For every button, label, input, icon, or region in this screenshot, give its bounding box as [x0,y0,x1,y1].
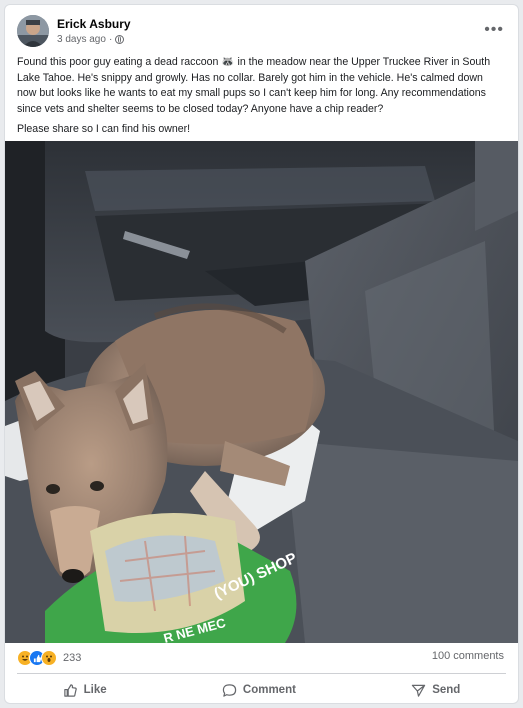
meta-separator: · [108,34,113,45]
post-meta: 3 days ago · [57,34,125,45]
more-options-icon[interactable]: ••• [484,21,504,39]
coyote-in-car-photo: (YOU) SHOP R NE MEC [5,141,518,643]
author-avatar[interactable] [17,15,49,47]
send-button[interactable]: Send [393,681,478,700]
reactions-summary[interactable]: 233 [17,650,81,666]
post-paragraph: Found this poor guy eating a dead raccoo… [17,56,491,115]
reaction-count: 233 [63,652,82,664]
comments-count[interactable]: 100 comments [432,650,504,662]
send-arrow-icon [412,684,426,697]
wow-icon [41,650,57,666]
globe-icon [115,35,125,44]
post-stats: 233 100 comments [17,650,504,668]
comment-label: Comment [242,684,296,696]
post-timestamp[interactable]: 3 days ago [57,34,106,45]
post-header: Erick Asbury 3 days ago · ••• [17,15,506,55]
like-button[interactable]: Like [45,681,125,700]
post-card: Erick Asbury 3 days ago · ••• Found this… [4,4,519,704]
thumbs-up-icon [63,683,77,697]
comment-bubble-icon [222,683,237,697]
like-label: Like [83,684,107,696]
actions-divider [17,673,506,674]
send-label: Send [432,684,461,696]
post-text: Found this poor guy eating a dead raccoo… [17,55,504,143]
comment-button[interactable]: Comment [204,681,314,700]
post-paragraph: Please share so I can find his owner! [17,123,191,135]
post-actions: Like Comment Send [5,677,518,703]
post-photo[interactable]: (YOU) SHOP R NE MEC [5,141,518,643]
author-name[interactable]: Erick Asbury [57,17,131,31]
